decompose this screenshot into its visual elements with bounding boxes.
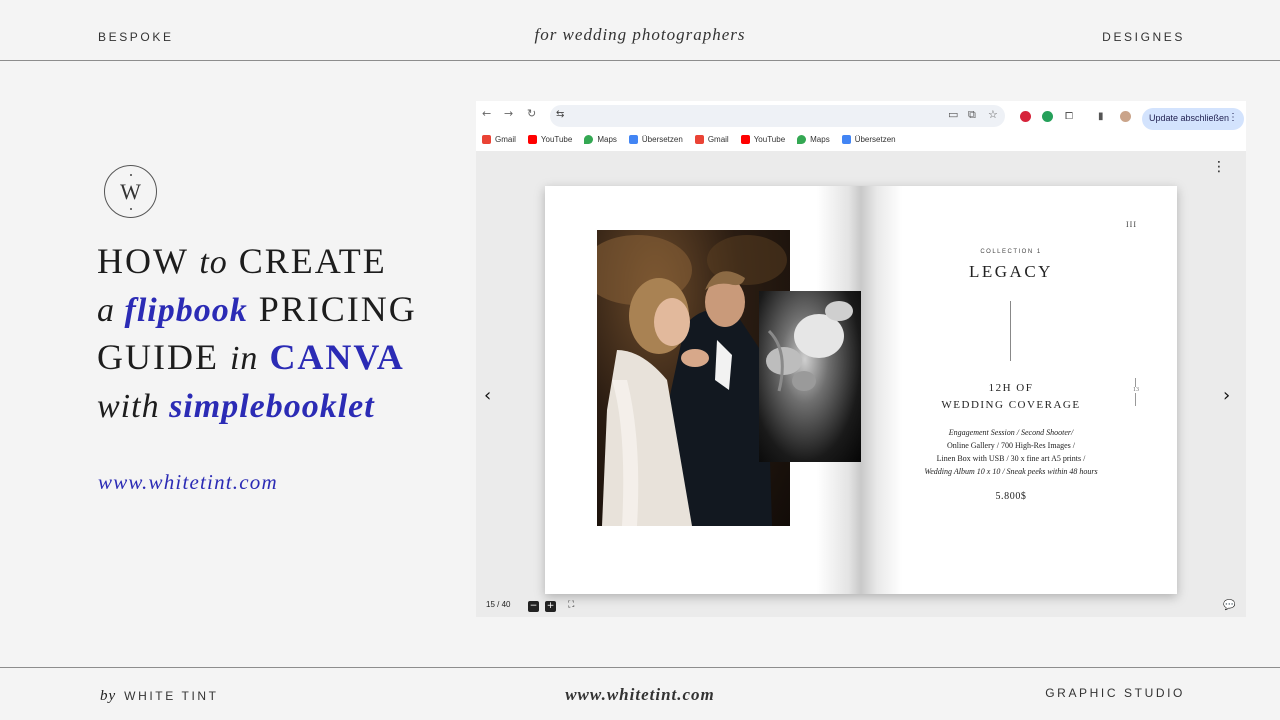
header-tagline: for wedding photographers xyxy=(534,25,746,44)
google-icon xyxy=(482,134,491,144)
headline-text: with xyxy=(97,388,170,425)
maps-icon xyxy=(584,134,594,144)
coverage-title: WEDDING COVERAGE xyxy=(941,399,1081,411)
headline-highlight: simplebooklet xyxy=(169,388,375,425)
headline: HOW to CREATE a flipbook PRICING GUIDE i… xyxy=(97,238,417,430)
bottom-bar: by WHITE TINT www.whitetint.com GRAPHIC … xyxy=(0,667,1280,720)
logo-dot-top xyxy=(130,174,132,176)
youtube-icon xyxy=(740,134,750,144)
update-button-label: Update abschließen xyxy=(1149,113,1230,123)
headline-line-2: a flipbook PRICING xyxy=(97,286,417,334)
bookmarks-bar: Gmail YouTube Maps Übersetzen Gmail YouT… xyxy=(482,132,896,146)
bookmark-label: YouTube xyxy=(753,134,786,144)
headline-text: in xyxy=(229,340,259,377)
bookmark-item[interactable]: Übersetzen xyxy=(841,132,896,146)
headline-line-3: GUIDE in CANVA xyxy=(97,334,417,382)
zoom-out-button[interactable]: − xyxy=(528,601,539,612)
website-link[interactable]: www.whitetint.com xyxy=(98,470,278,495)
comments-icon[interactable]: 💬 xyxy=(1223,600,1235,611)
package-price: 5.800$ xyxy=(995,491,1027,502)
browser-window: ← → ↻ ⇆ ▭ ⧉ ☆ ⧠ ▮ Update abschließen ⋮ G… xyxy=(476,101,1246,617)
bookmark-label: YouTube xyxy=(540,134,573,144)
headline-text: HOW xyxy=(97,241,200,281)
logo-letter: W xyxy=(120,178,141,204)
headline-text: CREATE xyxy=(227,241,387,281)
floral-bw-photo xyxy=(759,291,861,462)
translate-icon xyxy=(841,134,851,144)
booklet-page-number: III xyxy=(1126,220,1137,229)
update-button[interactable]: Update abschließen ⋮ xyxy=(1142,108,1244,130)
package-title: LEGACY xyxy=(969,262,1053,281)
headline-text: to xyxy=(199,244,228,281)
bookmark-item[interactable]: Maps xyxy=(797,132,830,146)
flipbook-spread[interactable]: III COLLECTION 1 LEGACY 13 12H OF WEDDIN… xyxy=(545,186,1177,594)
headline-line-1: HOW to CREATE xyxy=(97,238,417,286)
header-right-label: DESIGNES xyxy=(1102,30,1185,44)
browser-menu-icon[interactable]: ⋮ xyxy=(1228,112,1238,123)
collection-label: COLLECTION 1 xyxy=(980,249,1042,255)
site-settings-icon[interactable]: ⇆ xyxy=(556,109,564,120)
coverage-hours: 12H OF xyxy=(988,382,1034,394)
bookmark-label: Maps xyxy=(597,134,617,144)
description-line: Linen Box with USB / 30 x fine art A5 pr… xyxy=(936,454,1086,463)
reload-icon[interactable]: ↻ xyxy=(527,107,536,120)
headline-text: GUIDE xyxy=(97,337,230,377)
page-counter: 15 / 40 xyxy=(486,600,511,609)
bookmark-item[interactable]: Gmail xyxy=(694,132,729,146)
top-bar: BESPOKE for wedding photographers DESIGN… xyxy=(0,0,1280,61)
footer-right-label: GRAPHIC STUDIO xyxy=(1045,686,1185,700)
headline-text: a xyxy=(97,292,125,329)
bookmark-label: Maps xyxy=(810,134,830,144)
profile-avatar[interactable] xyxy=(1120,111,1131,122)
install-app-icon[interactable]: ▭ xyxy=(948,108,958,121)
bookmark-label: Übersetzen xyxy=(854,134,896,144)
extensions-puzzle-icon[interactable]: ⧠ xyxy=(1065,111,1073,122)
google-icon xyxy=(694,134,704,144)
viewer-menu-icon[interactable]: ⋮ xyxy=(1212,159,1226,175)
bookmark-item[interactable]: YouTube xyxy=(740,132,786,146)
divider-line xyxy=(1010,301,1011,361)
bookmark-star-icon[interactable]: ☆ xyxy=(988,108,998,121)
description-line: Wedding Album 10 x 10 / Sneak peeks with… xyxy=(924,467,1098,476)
description-line: Engagement Session / Second Shooter/ xyxy=(948,428,1074,437)
bookmark-item[interactable]: Übersetzen xyxy=(628,132,683,146)
bookmark-item[interactable]: YouTube xyxy=(527,132,573,146)
pinterest-extension-icon[interactable] xyxy=(1020,111,1031,122)
bookmark-item[interactable]: Gmail xyxy=(482,132,516,146)
bookmark-item[interactable]: Maps xyxy=(584,132,617,146)
fullscreen-icon[interactable]: ⛶ xyxy=(568,600,574,610)
back-icon[interactable]: ← xyxy=(482,107,491,120)
browser-toolbar: ← → ↻ ⇆ ▭ ⧉ ☆ ⧠ ▮ Update abschließen ⋮ G… xyxy=(476,101,1246,151)
translate-icon[interactable]: ⧉ xyxy=(968,108,976,122)
logo-dot-bottom xyxy=(130,208,132,210)
previous-page-icon[interactable]: ‹ xyxy=(484,385,491,406)
side-panel-icon[interactable]: ▮ xyxy=(1098,111,1104,122)
headline-line-4: with simplebooklet xyxy=(97,382,417,430)
grammar-extension-icon[interactable] xyxy=(1042,111,1053,122)
maps-icon xyxy=(797,134,807,144)
address-bar[interactable]: ⇆ ▭ ⧉ ☆ xyxy=(550,105,1005,127)
description-line: Online Gallery / 700 High-Res Images / xyxy=(947,441,1075,450)
forward-icon[interactable]: → xyxy=(504,107,513,120)
bookmark-label: Übersetzen xyxy=(641,134,683,144)
translate-icon xyxy=(628,134,638,144)
next-page-icon[interactable]: › xyxy=(1223,385,1230,406)
package-description: Engagement Session / Second Shooter/ Onl… xyxy=(861,426,1161,478)
white-tint-logo: W xyxy=(104,165,157,218)
nav-row: ← → ↻ ⇆ ▭ ⧉ ☆ ⧠ ▮ Update abschließen ⋮ xyxy=(476,105,1246,130)
headline-text: PRICING xyxy=(247,289,417,329)
headline-highlight: CANVA xyxy=(258,337,405,377)
viewer-controls: 15 / 40 − + ⛶ 💬 xyxy=(476,597,1246,617)
youtube-icon xyxy=(527,134,537,144)
bookmark-label: Gmail xyxy=(495,134,516,144)
headline-highlight: flipbook xyxy=(124,292,248,329)
bookmark-label: Gmail xyxy=(707,134,729,144)
booklet-right-page: III COLLECTION 1 LEGACY 13 12H OF WEDDIN… xyxy=(861,186,1177,594)
zoom-in-button[interactable]: + xyxy=(545,601,556,612)
